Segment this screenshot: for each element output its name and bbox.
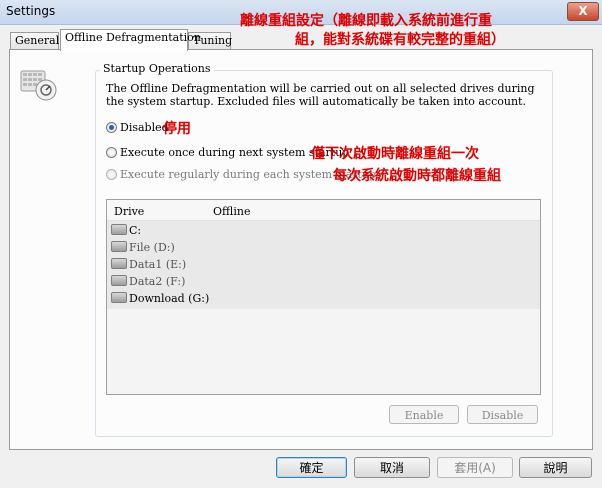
drive-name: Data1 (E:) xyxy=(129,258,187,271)
drive-name: Download (G:) xyxy=(129,292,210,305)
help-button[interactable]: 說明 xyxy=(519,457,592,478)
drive-name: File (D:) xyxy=(129,241,175,254)
drive-name: C: xyxy=(129,224,142,237)
radio-icon xyxy=(106,147,117,158)
annotation-disabled: 停用 xyxy=(163,121,191,137)
drive-row-g[interactable]: Download (G:) xyxy=(111,292,209,309)
disable-button[interactable]: Disable xyxy=(467,405,538,424)
drive-row-e[interactable]: Data1 (E:) xyxy=(111,258,186,275)
enable-button[interactable]: Enable xyxy=(389,405,459,424)
hard-drive-icon xyxy=(111,241,127,252)
drive-row-c[interactable]: C: xyxy=(111,224,141,241)
drive-list-header: Drive Offline xyxy=(107,200,540,221)
annotation-once: 僅下次啟動時離線重組一次 xyxy=(311,146,479,162)
tab-general[interactable]: General xyxy=(10,32,59,50)
tab-offline-defragmentation[interactable]: Offline Defragmentation xyxy=(60,29,201,51)
drive-list-rows: C: File (D:) Data1 (E:) Data2 (F:) Downl… xyxy=(107,221,540,309)
column-offline[interactable]: Offline xyxy=(213,205,250,218)
startup-operations-label: Startup Operations xyxy=(100,62,214,75)
radio-selected-icon xyxy=(106,122,117,133)
radio-disabled-label: Disabled xyxy=(120,121,169,134)
drive-list[interactable]: Drive Offline C: File (D:) Data1 (E:) Da… xyxy=(106,199,541,395)
radio-disabled[interactable]: Disabled xyxy=(106,121,169,135)
apply-button[interactable]: 套用(A) xyxy=(437,457,513,478)
close-icon: X xyxy=(578,4,588,18)
close-button[interactable]: X xyxy=(567,2,599,21)
annotation-header-1: 離線重組設定（離線即載入系統前進行重 xyxy=(240,13,492,29)
drive-row-f[interactable]: Data2 (F:) xyxy=(111,275,185,292)
column-drive[interactable]: Drive xyxy=(114,205,144,218)
hard-drive-icon xyxy=(111,224,127,235)
startup-description: The Offline Defragmentation will be carr… xyxy=(106,82,535,108)
hard-drive-icon xyxy=(111,275,127,286)
drive-name: Data2 (F:) xyxy=(129,275,186,288)
defrag-drives-icon xyxy=(20,70,57,101)
radio-icon xyxy=(106,169,117,180)
annotation-regularly: 每次系統啟動時都離線重組 xyxy=(333,168,501,184)
ok-button[interactable]: 確定 xyxy=(276,457,347,478)
cancel-button[interactable]: 取消 xyxy=(354,457,430,478)
hard-drive-icon xyxy=(111,292,127,303)
hard-drive-icon xyxy=(111,258,127,269)
annotation-header-2: 組，能對系統碟有較完整的重組） xyxy=(295,32,505,48)
drive-row-d[interactable]: File (D:) xyxy=(111,241,175,258)
window-title: Settings xyxy=(6,4,56,18)
